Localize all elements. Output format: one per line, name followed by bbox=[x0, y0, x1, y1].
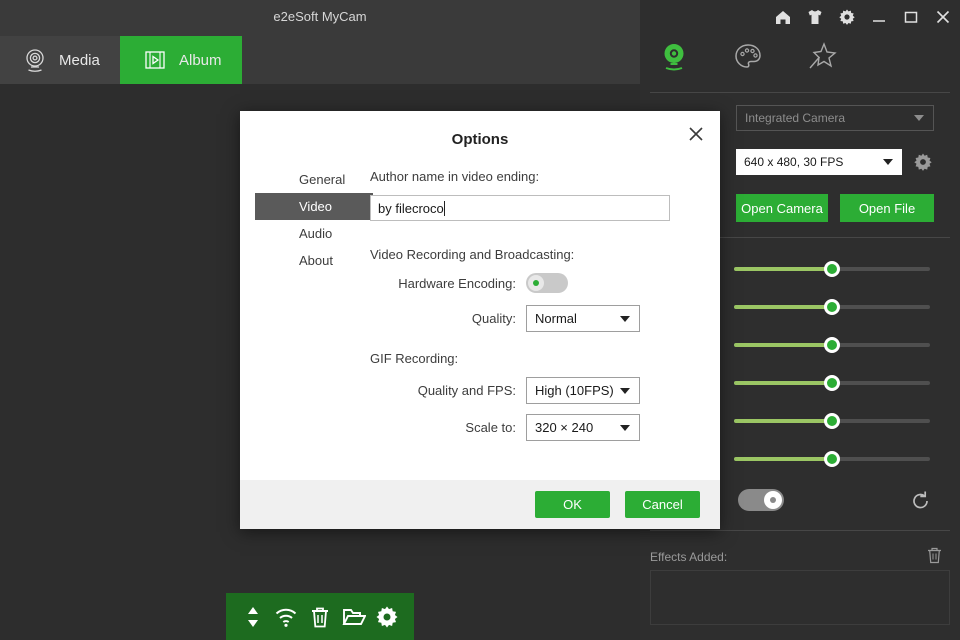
options-dialog: Options General Video Audio About Author… bbox=[240, 111, 720, 529]
shirt-icon[interactable] bbox=[806, 8, 824, 26]
slider-6[interactable] bbox=[734, 451, 930, 467]
webcam-icon bbox=[22, 47, 48, 73]
film-icon bbox=[142, 47, 168, 73]
text-cursor bbox=[443, 200, 445, 216]
effects-list-box[interactable] bbox=[650, 570, 950, 625]
scale-label: Scale to: bbox=[465, 420, 516, 435]
slider-thumb[interactable] bbox=[824, 261, 840, 277]
toggle-knob bbox=[764, 491, 782, 509]
gear-icon[interactable] bbox=[375, 605, 399, 629]
author-name-value: by filecroco bbox=[378, 200, 444, 216]
quality-value: Normal bbox=[535, 311, 577, 326]
bottom-toolbar bbox=[226, 593, 414, 640]
nav-item-general[interactable]: General bbox=[255, 166, 373, 193]
chevron-down-icon bbox=[619, 420, 631, 435]
scale-value: 320 × 240 bbox=[535, 420, 594, 435]
device-select[interactable]: Integrated Camera bbox=[736, 105, 934, 131]
slider-fill bbox=[734, 419, 832, 423]
effects-added-label: Effects Added: bbox=[650, 550, 728, 564]
trash-icon[interactable] bbox=[308, 605, 332, 629]
device-select-value: Integrated Camera bbox=[745, 111, 846, 125]
quality-row: Quality: Normal bbox=[370, 305, 650, 332]
hardware-encoding-toggle[interactable] bbox=[526, 273, 568, 293]
slider-thumb[interactable] bbox=[824, 299, 840, 315]
quality-label: Quality: bbox=[471, 311, 516, 326]
gif-quality-value: High (10FPS) bbox=[535, 383, 614, 398]
title-bar: e2eSoft MyCam bbox=[0, 0, 640, 36]
sort-icon[interactable] bbox=[241, 605, 265, 629]
home-icon[interactable] bbox=[774, 8, 792, 26]
slider-3[interactable] bbox=[734, 337, 930, 353]
mode-icon-row bbox=[658, 40, 838, 72]
minimize-icon[interactable] bbox=[870, 8, 888, 26]
folder-open-icon[interactable] bbox=[342, 605, 367, 629]
slider-thumb[interactable] bbox=[824, 337, 840, 353]
hardware-encoding-label: Hardware Encoding: bbox=[398, 275, 516, 291]
tab-bar: Media Album bbox=[0, 36, 645, 105]
gear-icon[interactable] bbox=[838, 8, 856, 26]
tab-album-label: Album bbox=[179, 51, 222, 69]
slider-fill bbox=[734, 267, 832, 271]
power-toggle[interactable] bbox=[738, 489, 784, 511]
tab-album[interactable]: Album bbox=[120, 36, 242, 84]
format-select-value: 640 x 480, 30 FPS bbox=[744, 155, 844, 169]
author-name-label: Author name in video ending: bbox=[370, 169, 540, 184]
app-window: e2eSoft MyCam Media Album Integrated Cam… bbox=[0, 0, 960, 640]
open-file-button[interactable]: Open File bbox=[840, 194, 934, 222]
chevron-down-icon bbox=[619, 311, 631, 326]
video-section-label: Video Recording and Broadcasting: bbox=[370, 247, 575, 262]
magic-star-icon[interactable] bbox=[806, 40, 838, 72]
nav-item-video[interactable]: Video bbox=[255, 193, 373, 220]
slider-4[interactable] bbox=[734, 375, 930, 391]
gif-section-label: GIF Recording: bbox=[370, 351, 459, 366]
divider bbox=[650, 530, 950, 531]
nav-item-audio[interactable]: Audio bbox=[255, 220, 373, 247]
close-icon[interactable] bbox=[934, 8, 952, 26]
open-camera-button[interactable]: Open Camera bbox=[736, 194, 828, 222]
format-select[interactable]: 640 x 480, 30 FPS bbox=[736, 149, 902, 175]
scale-select[interactable]: 320 × 240 bbox=[526, 414, 640, 441]
toggle-knob bbox=[528, 275, 544, 291]
slider-thumb[interactable] bbox=[824, 375, 840, 391]
slider-fill bbox=[734, 343, 832, 347]
tab-media[interactable]: Media bbox=[0, 36, 120, 84]
nav-item-about[interactable]: About bbox=[255, 247, 373, 274]
dialog-nav: General Video Audio About bbox=[255, 166, 373, 274]
webcam-icon[interactable] bbox=[658, 40, 690, 72]
slider-1[interactable] bbox=[734, 261, 930, 277]
wifi-icon[interactable] bbox=[274, 605, 298, 629]
app-title: e2eSoft MyCam bbox=[273, 9, 367, 24]
slider-thumb[interactable] bbox=[824, 451, 840, 467]
close-icon[interactable] bbox=[684, 122, 708, 146]
reset-icon[interactable] bbox=[910, 490, 932, 512]
ok-button[interactable]: OK bbox=[535, 491, 610, 518]
divider bbox=[650, 92, 950, 93]
scale-row: Scale to: 320 × 240 bbox=[370, 414, 650, 441]
palette-icon[interactable] bbox=[732, 40, 764, 72]
author-name-input[interactable]: by filecroco bbox=[370, 195, 670, 221]
gif-quality-row: Quality and FPS: High (10FPS) bbox=[370, 377, 650, 404]
cancel-button[interactable]: Cancel bbox=[625, 491, 700, 518]
slider-fill bbox=[734, 305, 832, 309]
slider-fill bbox=[734, 457, 832, 461]
chevron-down-icon bbox=[619, 383, 631, 398]
maximize-icon[interactable] bbox=[902, 8, 920, 26]
chevron-down-icon bbox=[882, 155, 894, 169]
slider-2[interactable] bbox=[734, 299, 930, 315]
slider-5[interactable] bbox=[734, 413, 930, 429]
gif-quality-label: Quality and FPS: bbox=[417, 383, 516, 398]
gear-icon[interactable] bbox=[913, 152, 933, 172]
hardware-encoding-row: Hardware Encoding: bbox=[370, 273, 650, 293]
dialog-footer: OK Cancel bbox=[240, 480, 720, 529]
window-controls bbox=[774, 8, 952, 26]
tab-media-label: Media bbox=[59, 51, 100, 69]
slider-thumb[interactable] bbox=[824, 413, 840, 429]
dialog-title: Options bbox=[451, 131, 509, 148]
gif-quality-select[interactable]: High (10FPS) bbox=[526, 377, 640, 404]
trash-icon[interactable] bbox=[926, 546, 943, 564]
slider-fill bbox=[734, 381, 832, 385]
chevron-down-icon bbox=[913, 111, 925, 125]
quality-select[interactable]: Normal bbox=[526, 305, 640, 332]
